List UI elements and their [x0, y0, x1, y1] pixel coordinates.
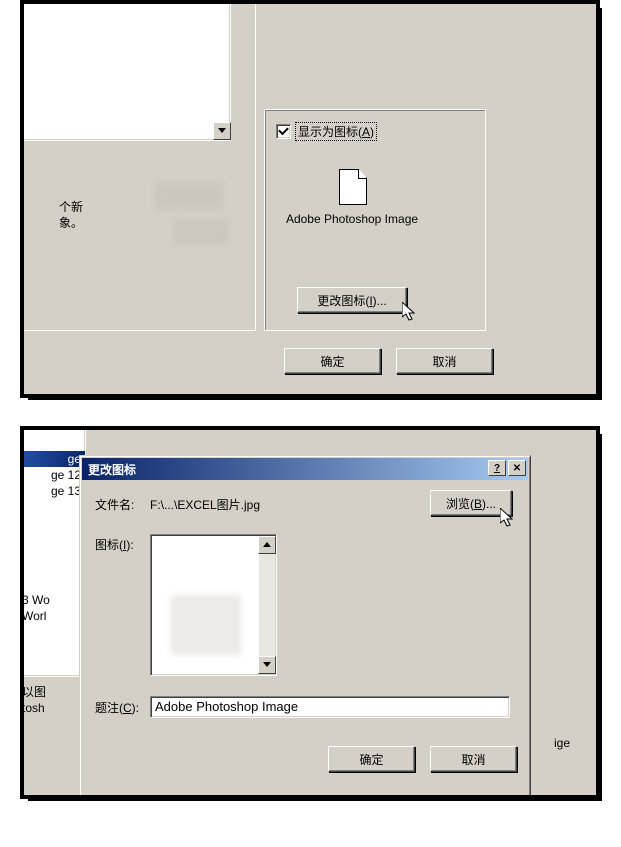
filename-value: F:\...\EXCEL图片.jpg	[150, 496, 260, 513]
side-text: 3 WoWorl	[22, 592, 50, 624]
list-item[interactable]: ge 13	[20, 483, 85, 499]
help-button[interactable]: ?	[488, 460, 506, 476]
object-type-list[interactable]: ge ge 12 ge 13	[20, 426, 86, 677]
browse-button[interactable]: 浏览(B)...	[430, 490, 512, 516]
icon-label: 图标(I):	[95, 536, 134, 553]
side-text: 以图tosh	[22, 684, 46, 716]
caption-label: 题注(C):	[95, 699, 139, 716]
titlebar: 更改图标 ? ✕	[82, 458, 528, 480]
close-button[interactable]: ✕	[508, 460, 526, 476]
document-icon	[339, 169, 367, 205]
side-text: ige	[554, 735, 570, 751]
filename-label: 文件名:	[95, 496, 134, 513]
cancel-button[interactable]: 取消	[396, 348, 493, 374]
list-item[interactable]: ge	[20, 451, 85, 467]
change-icon-button[interactable]: 更改图标(I)...	[297, 287, 407, 313]
list-item[interactable]: ge 12	[20, 467, 85, 483]
show-as-icon-label: 显示为图标(A)	[295, 122, 377, 141]
caption-input[interactable]: Adobe Photoshop Image	[150, 696, 510, 718]
dialog-cancel-button[interactable]: 取消	[430, 746, 517, 772]
scrollbar[interactable]	[259, 536, 275, 674]
change-icon-dialog: 更改图标 ? ✕ 文件名: F:\...\EXCEL图片.jpg 浏览(B)..…	[79, 455, 531, 797]
description-text: 个新象。	[59, 199, 83, 231]
icon-picker[interactable]	[150, 534, 277, 676]
show-as-icon-row: 显示为图标(A)	[276, 122, 377, 141]
dialog-title: 更改图标	[88, 461, 136, 478]
show-as-icon-checkbox[interactable]	[276, 124, 291, 139]
ok-button[interactable]: 确定	[284, 348, 381, 374]
scroll-down-button[interactable]	[213, 122, 231, 140]
scroll-up-button[interactable]	[258, 536, 276, 554]
preview-box	[20, 0, 231, 141]
icon-caption: Adobe Photoshop Image	[282, 212, 422, 227]
scroll-down-button[interactable]	[258, 656, 276, 674]
dialog-ok-button[interactable]: 确定	[328, 746, 415, 772]
